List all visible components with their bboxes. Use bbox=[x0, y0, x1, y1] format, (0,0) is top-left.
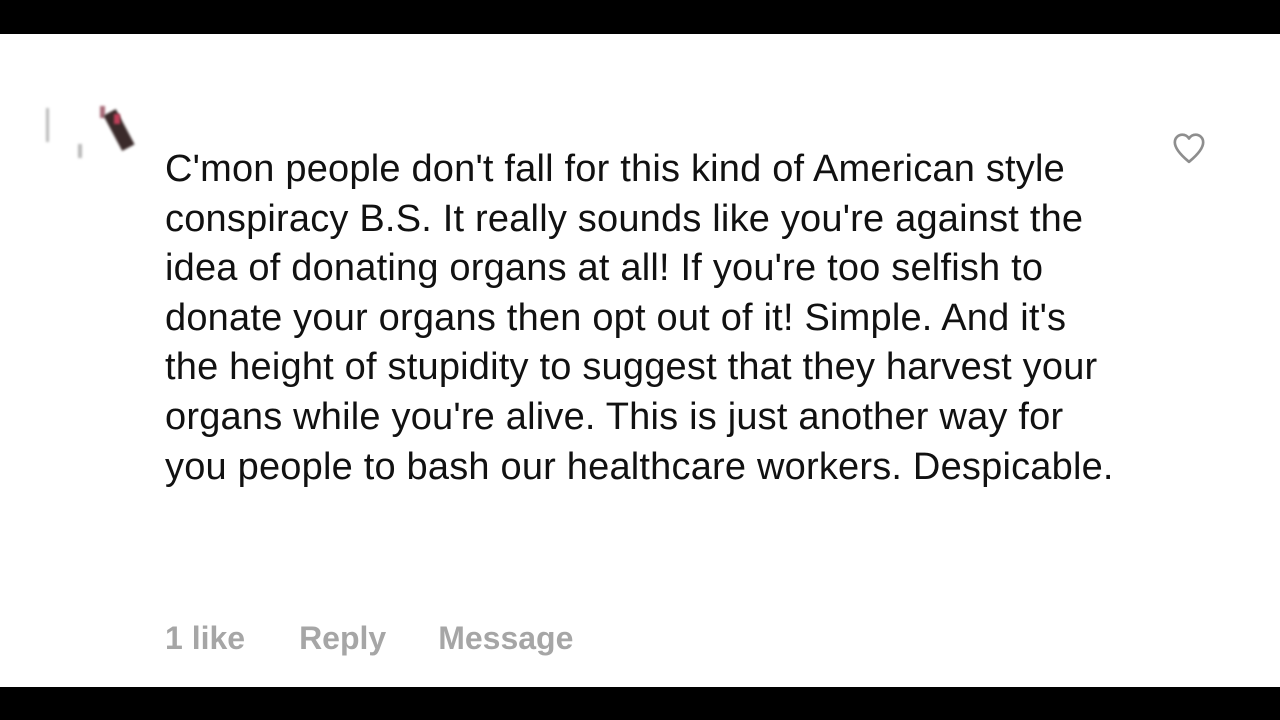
comment-actions: 1 like Reply Message bbox=[165, 618, 573, 658]
heart-outline-icon bbox=[1173, 133, 1205, 164]
letterbox-top bbox=[0, 0, 1280, 34]
comment-panel: C'mon people don't fall for this kind of… bbox=[0, 34, 1280, 687]
message-button[interactable]: Message bbox=[438, 620, 573, 657]
like-button[interactable] bbox=[1168, 128, 1210, 168]
letterbox-bottom bbox=[0, 687, 1280, 720]
likes-count[interactable]: 1 like bbox=[165, 620, 245, 657]
comment-text: C'mon people don't fall for this kind of… bbox=[165, 148, 1114, 488]
reply-button[interactable]: Reply bbox=[299, 620, 386, 657]
avatar[interactable] bbox=[40, 104, 140, 184]
